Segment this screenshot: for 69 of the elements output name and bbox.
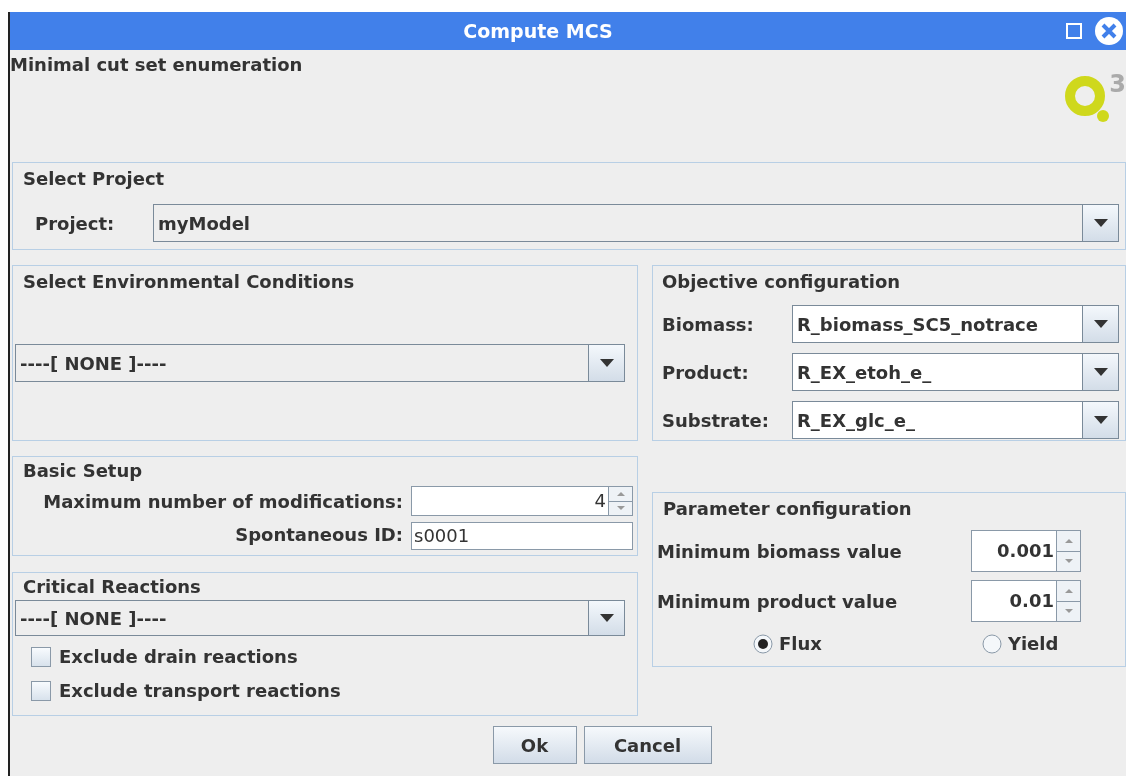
radio-button[interactable]: Yield [981, 630, 1059, 657]
dropdown[interactable]: R_EX_etoh_e_ [792, 353, 1119, 391]
panel-title: Basic Setup [23, 459, 144, 483]
field-label: Spontaneous ID: [235, 522, 403, 547]
radio-button[interactable]: Flux [753, 630, 822, 657]
caret-icon [1093, 416, 1108, 424]
dialog-button[interactable]: Cancel [583, 726, 712, 764]
checkbox[interactable] [31, 680, 51, 701]
spinner-value: 0.001 [996, 539, 1055, 563]
down-arrow-icon [616, 506, 625, 511]
panel-title: Select Project [23, 167, 166, 191]
radio-label: Yield [1007, 632, 1059, 656]
dropdown-value: R_EX_etoh_e_ [796, 360, 933, 385]
radio-label: Flux [779, 632, 822, 656]
field-label: Minimum product value [657, 589, 899, 614]
caret-icon [1093, 219, 1108, 227]
number-spinner[interactable]: 0.01 [971, 580, 1081, 622]
number-spinner[interactable]: 4 [411, 486, 633, 516]
window-title: Compute MCS [462, 18, 614, 44]
panel-title: Critical Reactions [23, 575, 202, 599]
close-icon[interactable] [1094, 16, 1124, 46]
caret-icon [599, 614, 614, 622]
checkbox-label: Exclude drain reactions [59, 645, 298, 669]
field-label: Substrate: [662, 408, 770, 433]
checkbox-label: Exclude transport reactions [59, 679, 341, 703]
dropdown-value: myModel [157, 211, 252, 236]
dropdown[interactable]: myModel [153, 204, 1119, 242]
dropdown-value: ----[ NONE ]---- [19, 351, 168, 376]
up-arrow-icon [1064, 538, 1073, 543]
spinner-value: 4 [593, 489, 607, 513]
down-arrow-icon [1064, 609, 1073, 614]
spinner-value: 0.01 [1008, 589, 1055, 613]
field-label: Project: [35, 211, 116, 236]
dialog-button[interactable]: Ok [492, 726, 577, 764]
maximize-button[interactable] [1066, 23, 1082, 39]
caret-icon [599, 359, 614, 367]
field-label: Product: [662, 360, 750, 385]
number-spinner[interactable]: 0.001 [971, 530, 1081, 572]
dropdown-arrow-button[interactable] [1082, 402, 1118, 438]
header-text: Minimal cut set enumeration [10, 53, 303, 77]
dropdown-value: R_EX_glc_e_ [796, 408, 916, 433]
up-arrow-icon [616, 491, 625, 496]
dropdown-arrow-button[interactable] [1082, 354, 1118, 390]
dropdown[interactable]: R_biomass_SC5_notrace [792, 305, 1119, 343]
dropdown-arrow-button[interactable] [588, 345, 624, 381]
dropdown[interactable]: ----[ NONE ]---- [15, 600, 625, 636]
spinner-arrows[interactable] [1056, 581, 1080, 621]
dropdown-arrow-button[interactable] [588, 601, 624, 635]
dropdown[interactable]: ----[ NONE ]---- [15, 344, 625, 382]
dropdown[interactable]: R_EX_glc_e_ [792, 401, 1119, 439]
spinner-arrows[interactable] [1056, 531, 1080, 571]
caret-icon [1093, 320, 1108, 328]
dropdown-value: ----[ NONE ]---- [19, 606, 168, 631]
field-label: Maximum number of modifications: [43, 489, 403, 514]
logo-text: 3 [1109, 72, 1126, 96]
checkbox[interactable] [31, 646, 51, 667]
dropdown-arrow-button[interactable] [1082, 306, 1118, 342]
text-field[interactable]: s0001 [411, 522, 633, 550]
down-arrow-icon [1064, 559, 1073, 564]
spinner-arrows[interactable] [608, 487, 632, 515]
field-label: Minimum biomass value [657, 539, 903, 564]
panel-title: Parameter configuration [663, 497, 913, 521]
field-label: Biomass: [662, 312, 755, 337]
panel-title: Objective configuration [662, 270, 902, 294]
dropdown-value: R_biomass_SC5_notrace [796, 312, 1039, 337]
up-arrow-icon [1064, 588, 1073, 593]
panel-title: Select Environmental Conditions [23, 270, 356, 294]
caret-icon [1093, 368, 1108, 376]
dropdown-arrow-button[interactable] [1082, 205, 1118, 241]
